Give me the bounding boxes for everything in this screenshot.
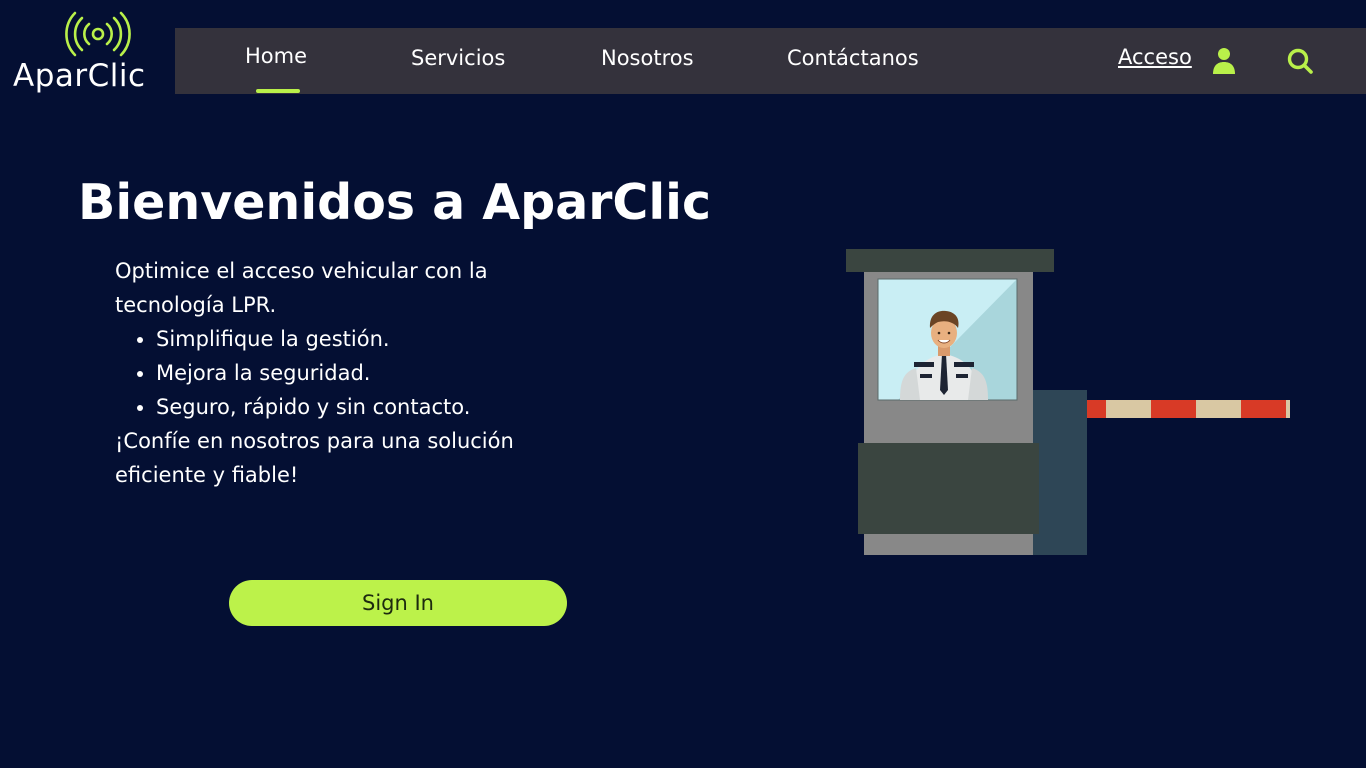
brand-name: AparClic — [13, 58, 146, 94]
login-link[interactable]: Acceso — [1118, 45, 1192, 69]
top-navigation: Home Servicios Nosotros Contáctanos Acce… — [175, 28, 1366, 94]
nav-servicios[interactable]: Servicios — [411, 46, 505, 70]
barrier-arm — [1087, 400, 1290, 418]
logo[interactable]: AparClic — [10, 8, 165, 94]
sign-in-button[interactable]: Sign In — [229, 580, 567, 626]
active-nav-indicator — [256, 89, 300, 93]
booth-counter — [858, 443, 1039, 534]
page: AparClic Home Servicios Nosotros Contáct… — [0, 0, 1366, 768]
feature-list: Simplifique la gestión. Mejora la seguri… — [156, 322, 555, 424]
booth-roof — [846, 249, 1054, 272]
feature-item: Mejora la seguridad. — [156, 356, 555, 390]
nav-contactanos[interactable]: Contáctanos — [787, 46, 919, 70]
feature-item: Simplifique la gestión. — [156, 322, 555, 356]
hero-description: Optimice el acceso vehicular con la tecn… — [115, 254, 555, 492]
hero-closing: ¡Confíe en nosotros para una solución ef… — [115, 429, 514, 487]
search-icon[interactable] — [1286, 47, 1314, 75]
hero-intro: Optimice el acceso vehicular con la tecn… — [115, 259, 488, 317]
user-icon[interactable] — [1212, 47, 1236, 75]
nav-nosotros[interactable]: Nosotros — [601, 46, 694, 70]
nav-home[interactable]: Home — [245, 44, 307, 68]
parking-booth-illustration — [846, 249, 1290, 555]
signal-broadcast-icon — [65, 11, 131, 57]
feature-item: Seguro, rápido y sin contacto. — [156, 390, 555, 424]
barrier-post — [1033, 390, 1087, 555]
page-title: Bienvenidos a AparClic — [78, 174, 712, 231]
